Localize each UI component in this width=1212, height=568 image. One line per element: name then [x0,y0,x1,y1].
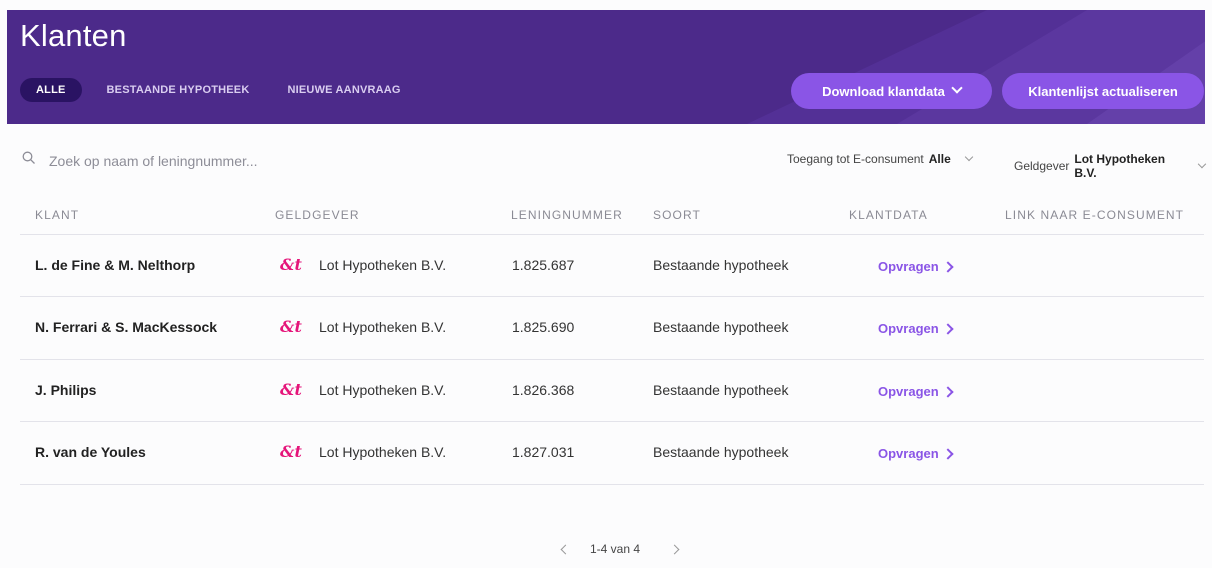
access-filter-label: Toegang tot E-consument [787,152,924,166]
client-name: J. Philips [35,382,97,398]
lot-logo-icon: &t [280,442,302,461]
lender-name: Lot Hypotheken B.V. [319,382,447,398]
mortgage-type: Bestaande hypotheek [653,257,789,273]
chevron-down-icon [964,152,974,162]
lot-logo-icon: &t [280,380,302,399]
download-klantdata-button[interactable]: Download klantdata [791,73,992,109]
svg-text:&t: &t [280,442,302,461]
tab-alle[interactable]: ALLE [20,78,82,102]
lender-filter-label: Geldgever [1014,159,1070,173]
chevron-down-icon [1197,159,1207,169]
filter-tabs: ALLE BESTAANDE HYPOTHEEK NIEUWE AANVRAAG [20,78,426,102]
search-input[interactable] [47,150,371,172]
opvragen-link[interactable]: Opvragen [878,321,954,336]
page-header: Klanten ALLE BESTAANDE HYPOTHEEK NIEUWE … [7,10,1205,124]
lender-filter-value: Lot Hypotheken B.V. [1074,152,1166,180]
table-row: J. Philips &t Lot Hypotheken B.V. 1.826.… [20,359,1204,422]
chevron-right-icon [942,260,954,273]
lender-name: Lot Hypotheken B.V. [319,257,447,273]
column-header-leningnummer[interactable]: LENINGNUMMER [511,208,623,222]
refresh-klantenlijst-label: Klantenlijst actualiseren [1028,83,1178,99]
opvragen-label: Opvragen [878,259,939,274]
app-frame: Klanten ALLE BESTAANDE HYPOTHEEK NIEUWE … [7,10,1207,568]
tab-nieuwe-aanvraag[interactable]: NIEUWE AANVRAAG [274,78,413,102]
chevron-right-icon [942,385,954,398]
client-name: L. de Fine & M. Nelthorp [35,257,196,273]
tab-bestaande-hypotheek[interactable]: BESTAANDE HYPOTHEEK [94,78,263,102]
table-row: L. de Fine & M. Nelthorp &t Lot Hypothek… [20,234,1204,297]
mortgage-type: Bestaande hypotheek [653,382,789,398]
column-header-link-econsument: LINK NAAR E-CONSUMENT [1005,208,1185,222]
lender-name: Lot Hypotheken B.V. [319,444,447,460]
table-row: R. van de Youles &t Lot Hypotheken B.V. … [20,421,1204,484]
svg-text:&t: &t [280,317,302,336]
loan-number: 1.825.687 [512,257,575,273]
chevron-right-icon [942,447,954,460]
column-header-soort[interactable]: SOORT [653,208,701,222]
lender-cell: &t Lot Hypotheken B.V. [280,255,446,275]
svg-text:&t: &t [280,255,302,274]
page-title: Klanten [20,18,127,53]
pagination-label: 1-4 van 4 [590,542,641,556]
loan-number: 1.826.368 [512,382,575,398]
lender-cell: &t Lot Hypotheken B.V. [280,380,446,400]
svg-text:&t: &t [280,380,302,399]
lender-cell: &t Lot Hypotheken B.V. [280,317,446,337]
chevron-left-icon[interactable] [560,542,571,556]
chevron-down-icon [951,82,963,94]
loan-number: 1.825.690 [512,319,575,335]
access-filter-dropdown[interactable]: Toegang tot E-consument Alle [787,152,974,166]
column-header-klant[interactable]: KLANT [35,208,79,222]
chevron-right-icon [942,322,954,335]
client-name: N. Ferrari & S. MacKessock [35,319,218,335]
opvragen-link[interactable]: Opvragen [878,259,954,274]
lot-logo-icon: &t [280,255,302,274]
lender-filter-dropdown[interactable]: Geldgever Lot Hypotheken B.V. [1014,152,1207,180]
mortgage-type: Bestaande hypotheek [653,319,789,335]
access-filter-value: Alle [928,152,951,166]
lot-logo-icon: &t [280,317,302,336]
lender-cell: &t Lot Hypotheken B.V. [280,442,446,462]
opvragen-label: Opvragen [878,384,939,399]
chevron-right-icon[interactable] [669,542,680,556]
table-bottom-divider [20,484,1204,485]
search-icon [22,151,36,165]
opvragen-label: Opvragen [878,321,939,336]
lender-name: Lot Hypotheken B.V. [319,319,447,335]
opvragen-link[interactable]: Opvragen [878,384,954,399]
refresh-klantenlijst-button[interactable]: Klantenlijst actualiseren [1002,73,1204,109]
column-header-klantdata: KLANTDATA [849,208,928,222]
opvragen-link[interactable]: Opvragen [878,446,954,461]
download-klantdata-label: Download klantdata [822,83,945,99]
client-name: R. van de Youles [35,444,146,460]
column-header-geldgever[interactable]: GELDGEVER [275,208,360,222]
mortgage-type: Bestaande hypotheek [653,444,789,460]
loan-number: 1.827.031 [512,444,575,460]
table-row: N. Ferrari & S. MacKessock &t Lot Hypoth… [20,296,1204,359]
opvragen-label: Opvragen [878,446,939,461]
